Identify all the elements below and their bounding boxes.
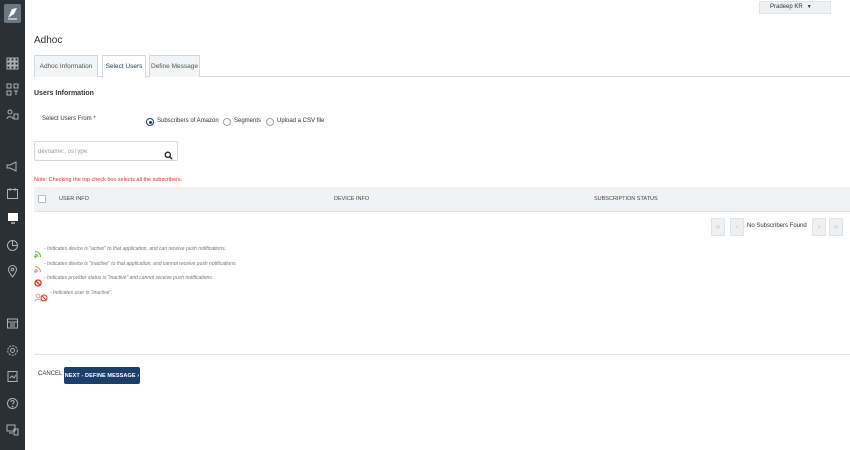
- report-icon[interactable]: [6, 370, 19, 383]
- location-pin-icon[interactable]: [6, 265, 19, 278]
- search-input[interactable]: [37, 145, 157, 158]
- radio-dot[interactable]: [266, 118, 274, 126]
- column-device-info: DEVICE INFO: [334, 196, 370, 202]
- calendar-icon[interactable]: [6, 187, 19, 200]
- user-inactive-icon: [34, 289, 48, 302]
- list-panel-icon[interactable]: [6, 317, 19, 330]
- legend-text: - Indicates device is "inactive" to that…: [44, 261, 237, 267]
- user-menu[interactable]: Pradeep KR ▼: [759, 1, 831, 14]
- radio-dot-selected[interactable]: [146, 118, 154, 126]
- legend-text: - Indicates user is "inactive".: [50, 290, 113, 296]
- column-subscription-status: SUBSCRIPTION STATUS: [594, 196, 658, 202]
- last-page-button[interactable]: »: [829, 218, 843, 236]
- monitor-icon[interactable]: [7, 212, 20, 225]
- select-all-note: Note: Checking the top check box selects…: [34, 177, 183, 183]
- search-box: [34, 141, 178, 161]
- apps-icon[interactable]: [6, 83, 19, 96]
- users-icon[interactable]: [6, 108, 19, 121]
- pie-chart-icon[interactable]: [6, 239, 19, 252]
- user-name: Pradeep KR: [770, 4, 803, 10]
- top-bar: Pradeep KR ▼: [25, 0, 850, 14]
- radio-label: Upload a CSV file: [277, 118, 325, 124]
- cancel-button[interactable]: CANCEL: [38, 371, 62, 377]
- radio-label: Segments: [234, 118, 262, 124]
- devices-icon[interactable]: [6, 423, 19, 436]
- page-title: Adhoc: [34, 35, 63, 46]
- pagination-status: No Subscribers Found: [747, 223, 807, 229]
- search-icon[interactable]: [164, 147, 173, 160]
- megaphone-icon[interactable]: [6, 160, 19, 173]
- next-define-message-button[interactable]: NEXT - DEFINE MESSAGE ›: [64, 367, 140, 384]
- provider-inactive-icon: [34, 274, 42, 287]
- tab-bar: Adhoc Information Select Users Define Me…: [34, 55, 850, 78]
- rss-inactive-icon: [34, 260, 42, 273]
- legend-text: - Indicates device is "active" to that a…: [44, 246, 226, 252]
- section-title: Users Information: [34, 90, 94, 97]
- tab-adhoc-information[interactable]: Adhoc Information: [34, 55, 98, 77]
- legend-text: - Indicates provider status is "inactive…: [44, 275, 214, 281]
- radio-dot[interactable]: [223, 118, 231, 126]
- footer-divider: [34, 354, 850, 355]
- help-icon[interactable]: [6, 397, 19, 410]
- tab-define-message[interactable]: Define Message: [149, 55, 200, 77]
- dashboard-grid-icon[interactable]: [6, 57, 19, 70]
- rss-active-icon: [34, 245, 42, 258]
- caret-down-icon: ▼: [806, 4, 812, 10]
- app-logo[interactable]: [4, 4, 21, 23]
- select-all-checkbox[interactable]: [38, 195, 46, 203]
- select-users-label: Select Users From *: [42, 116, 96, 122]
- tab-select-users[interactable]: Select Users: [102, 55, 146, 78]
- subscribers-table-header: USER INFO DEVICE INFO SUBSCRIPTION STATU…: [34, 187, 850, 212]
- settings-gear-icon[interactable]: [6, 344, 19, 357]
- radio-label: Subscribers of Amazon: [157, 118, 219, 124]
- next-page-button[interactable]: ›: [812, 218, 826, 236]
- column-user-info: USER INFO: [59, 196, 89, 202]
- sidebar: [0, 0, 25, 450]
- first-page-button[interactable]: «: [711, 218, 725, 236]
- prev-page-button[interactable]: ‹: [730, 218, 744, 236]
